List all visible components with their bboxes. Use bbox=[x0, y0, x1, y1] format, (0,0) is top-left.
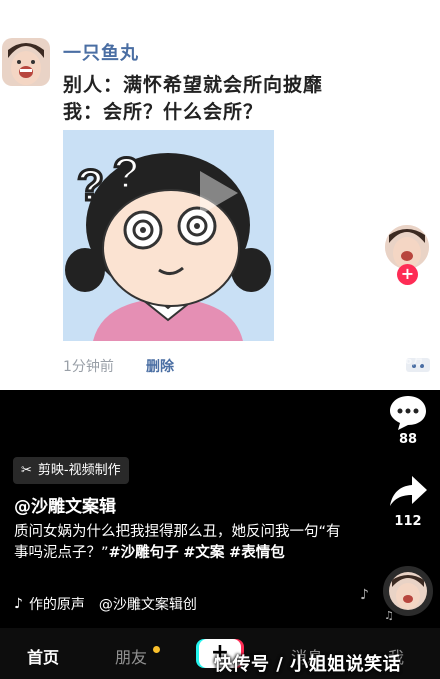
capcut-tag-label: 剪映-视频制作 bbox=[37, 463, 121, 478]
hashtag[interactable]: #表情包 bbox=[229, 545, 285, 561]
watermark: 快传号 / 小姐姐说笑话 bbox=[214, 654, 402, 675]
author-avatar bbox=[2, 38, 50, 86]
like-heart-icon[interactable] bbox=[386, 306, 430, 350]
follow-button[interactable]: + bbox=[397, 264, 418, 285]
music-note-icon: ♪ bbox=[360, 587, 369, 603]
meme-image: ? ? bbox=[63, 130, 274, 341]
post-timestamp: 1分钟前 bbox=[63, 359, 114, 375]
share-icon[interactable] bbox=[388, 473, 428, 513]
nav-friends[interactable]: 朋友 bbox=[115, 644, 147, 668]
svg-text:?: ? bbox=[77, 161, 104, 210]
capcut-logo-icon: ✂ bbox=[21, 463, 32, 478]
creator-handle[interactable]: @沙雕文案辑 bbox=[14, 492, 116, 517]
comment-icon[interactable] bbox=[388, 393, 428, 435]
friends-notification-dot bbox=[153, 646, 160, 653]
post-text-line-2: 我：会所？什么会所？ bbox=[63, 101, 264, 123]
music-note-icon: ♫ bbox=[384, 609, 394, 622]
tiktok-music-icon: ♪ bbox=[14, 596, 23, 612]
post-author-name: 一只鱼丸 bbox=[63, 43, 139, 64]
like-count: 3.6万 bbox=[392, 354, 424, 367]
nav-home[interactable]: 首页 bbox=[27, 644, 59, 668]
music-title: 作的原声 @沙雕文案辑创 bbox=[28, 597, 197, 613]
svg-text:?: ? bbox=[113, 149, 140, 198]
comment-count: 88 bbox=[398, 432, 418, 447]
play-icon[interactable] bbox=[186, 163, 246, 227]
hashtag[interactable]: #文案 bbox=[183, 545, 224, 561]
music-row[interactable]: ♪ 作的原声 @沙雕文案辑创 bbox=[14, 594, 197, 614]
hashtag[interactable]: #沙雕句子 bbox=[109, 545, 179, 561]
share-count: 112 bbox=[394, 514, 422, 529]
video-description: 质问女娲为什么把我捏得那么丑，她反问我一句“有事吗泥点子？”#沙雕句子 #文案 … bbox=[14, 522, 344, 564]
video-frame[interactable]: 一只鱼丸 别人：满怀希望就会所向披靡 我：会所？什么会所？ ? ? 1分钟前 删… bbox=[0, 0, 440, 390]
post-text-line-1: 别人：满怀希望就会所向披靡 bbox=[63, 74, 324, 96]
delete-link[interactable]: 删除 bbox=[146, 356, 174, 376]
capcut-tag[interactable]: ✂ 剪映-视频制作 bbox=[13, 457, 129, 484]
